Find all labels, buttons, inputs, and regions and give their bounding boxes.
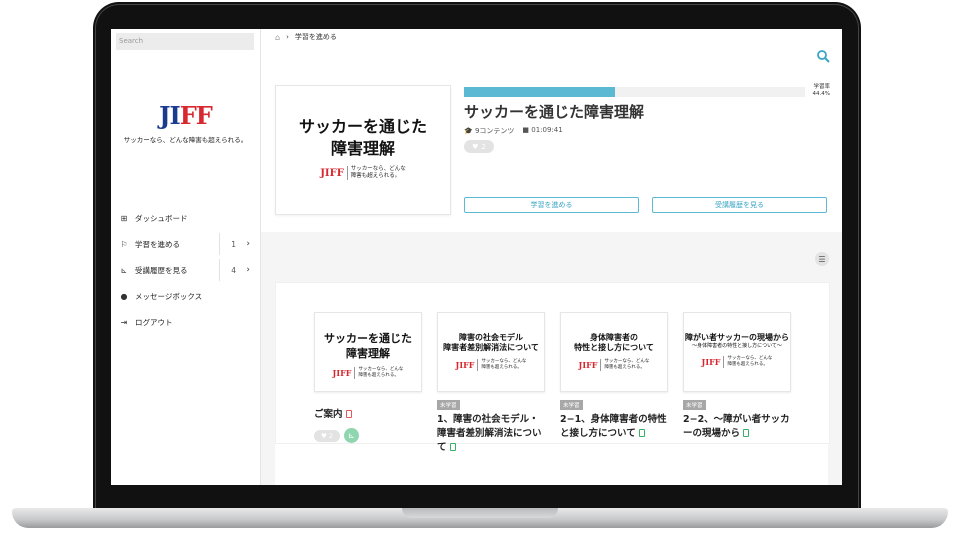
course-thumbnail: サッカーを通じた 障害理解 JIFF サッカーなら、どんな 障害も超えられる。 [275,85,451,215]
item-title[interactable]: 1、障害の社会モデル・障害者差別解消法について [437,413,545,455]
chat-icon: ● [120,291,128,301]
heart-icon: ♥ [472,142,479,151]
logout-icon: ⇥ [120,317,128,327]
jiff-logo: JIFF [159,101,213,130]
document-icon [638,429,645,437]
item-thumbnail[interactable]: 障害の社会モデル 障害者差別解消法について JIFF サッカーなら、どんな 障害も超え… [437,312,545,392]
sidebar-item-label: 受講履歴を見る [135,265,188,275]
like-button[interactable]: ♥ 2 [464,140,494,153]
brand-tagline: サッカーなら、どんな障害も超えられる。 [123,136,248,144]
sidebar-nav: ⊞ ダッシュボード ⚐ 学習を進める 1 › ⊾ 受講履歴を見る 4 › ● メ… [111,205,260,335]
content-item[interactable]: 身体障害者の 特性と接し方について JIFF サッカーなら、どんな 障害も超えられる。… [560,312,668,441]
sidebar-item-dashboard[interactable]: ⊞ ダッシュボード [111,205,260,231]
divider [219,233,220,255]
heart-icon: ♥ [321,431,327,440]
pdf-icon [345,410,352,418]
chevron-right-icon[interactable]: › [246,265,250,275]
mini-logo: JIFF サッカーなら、どんな 障害も超えられる。 [320,166,406,180]
chevron-right-icon: › [286,33,289,41]
search-icon[interactable] [816,49,830,63]
list-view-icon[interactable]: ☰ [815,252,829,266]
sidebar-item-label: メッセージボックス [135,291,203,301]
home-icon[interactable]: ⌂ [275,33,280,42]
progress-bar [464,87,805,97]
sidebar-item-history[interactable]: ⊾ 受講履歴を見る 4 › [111,257,260,283]
sidebar-item-label: ログアウト [135,317,173,327]
section-divider [261,232,842,284]
content-item[interactable]: サッカーを通じた 障害理解 JIFF サッカーなら、どんな 障害も超えられる。 ご案内… [314,312,422,443]
progress-fill [464,87,616,97]
chart-icon: ⊾ [120,265,128,275]
sidebar-item-label: 学習を進める [135,239,180,249]
contents-count: 🎓 9コンテンツ [464,127,515,135]
status-badge: 未学習 [683,400,706,410]
progress-label: 学習率 44.4% [812,84,830,97]
like-button[interactable]: ♥ 2 [314,429,340,442]
content-item[interactable]: 障がい者サッカーの現場から 〜身体障害者の特性と接し方について〜 JIFF サッカー… [683,312,791,441]
course-meta: 🎓 9コンテンツ ■ 01:09:41 [464,126,563,136]
laptop-notch [402,508,558,518]
brand-logo: JIFF サッカーなら、どんな障害も超えられる。 [111,101,260,144]
sidebar-item-count: 4 [231,265,236,275]
sidebar-item-continue-learning[interactable]: ⚐ 学習を進める 1 › [111,231,260,257]
chevron-right-icon[interactable]: › [246,239,250,249]
item-thumbnail[interactable]: サッカーを通じた 障害理解 JIFF サッカーなら、どんな 障害も超えられる。 [314,312,422,392]
breadcrumb: ⌂ › 学習を進める [275,32,337,42]
status-badge: 未学習 [560,400,583,410]
document-icon [449,443,456,451]
item-title[interactable]: 2−1、身体障害者の特性と接し方について [560,413,668,441]
dashboard-icon: ⊞ [120,213,128,223]
divider [219,259,220,281]
content-gutter [261,284,275,485]
thumbnail-title: サッカーを通じた 障害理解 [298,117,427,158]
content-gutter [828,284,842,485]
sidebar-item-messages[interactable]: ● メッセージボックス [111,283,260,309]
continue-learning-button[interactable]: 学習を進める [464,197,639,213]
sidebar-item-count: 1 [231,239,236,249]
item-thumbnail[interactable]: 障がい者サッカーの現場から 〜身体障害者の特性と接し方について〜 JIFF サッカー… [683,312,791,392]
item-title[interactable]: ご案内 [314,408,422,422]
app-screen: Search JIFF サッカーなら、どんな障害も超えられる。 ⊞ ダッシュボー… [111,29,842,485]
view-history-button[interactable]: 受講履歴を見る [652,197,827,213]
duration: ■ 01:09:41 [522,126,563,134]
sidebar: Search JIFF サッカーなら、どんな障害も超えられる。 ⊞ ダッシュボー… [111,29,261,485]
breadcrumb-current: 学習を進める [294,33,337,41]
item-title[interactable]: 2−2、〜障がい者サッカーの現場から [683,413,791,441]
item-thumbnail[interactable]: 身体障害者の 特性と接し方について JIFF サッカーなら、どんな 障害も超えられる。 [560,312,668,392]
search-input[interactable]: Search [116,33,254,50]
flag-icon: ⚐ [120,239,128,249]
document-icon [743,429,750,437]
chart-icon[interactable]: ⊾ [344,428,359,443]
sidebar-item-label: ダッシュボード [135,213,188,223]
status-badge: 未学習 [437,400,460,410]
sidebar-item-logout[interactable]: ⇥ ログアウト [111,309,260,335]
main-content: ⌂ › 学習を進める サッカーを通じた 障害理解 JIFF サッカーなら、どんな… [261,29,842,485]
course-title: サッカーを通じた障害理解 [464,103,645,121]
content-item[interactable]: 障害の社会モデル 障害者差別解消法について JIFF サッカーなら、どんな 障害も超え… [437,312,545,455]
